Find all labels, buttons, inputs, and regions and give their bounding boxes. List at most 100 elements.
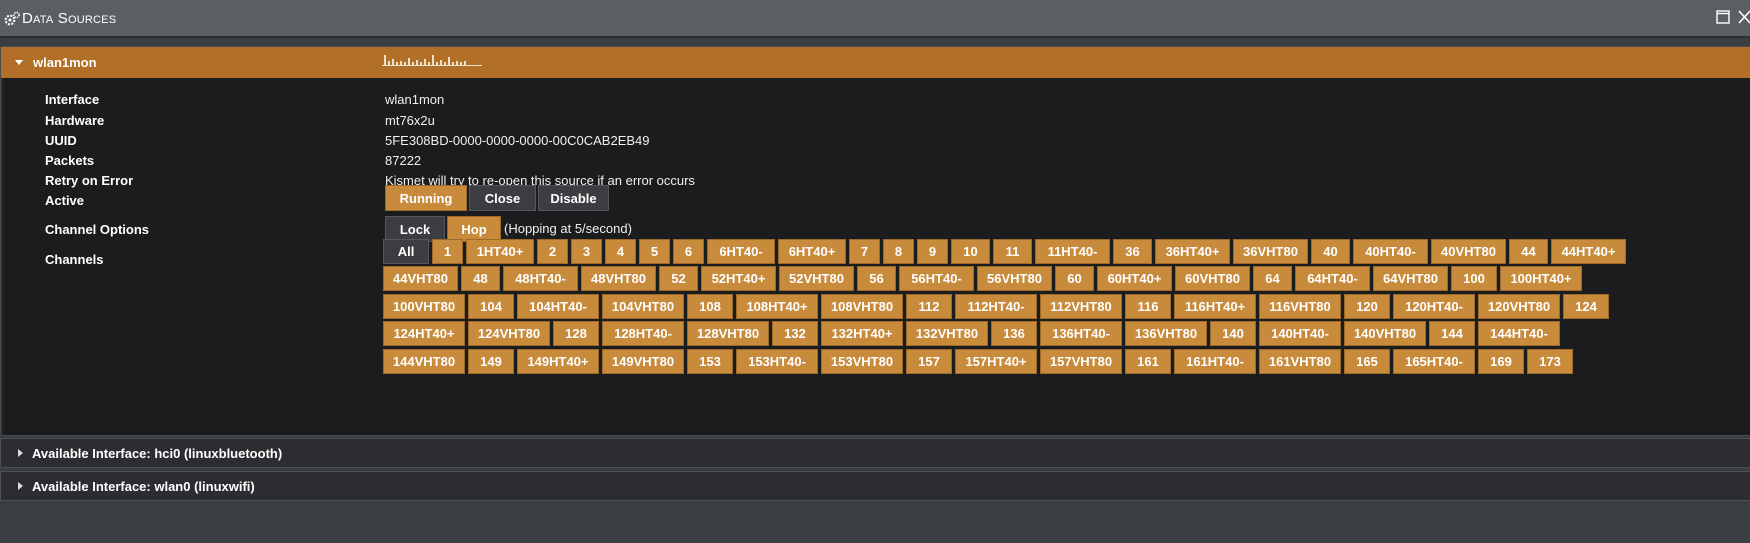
channel-button[interactable]: 11HT40-: [1035, 239, 1110, 264]
channel-button[interactable]: 60VHT80: [1175, 266, 1250, 291]
channel-button[interactable]: 40: [1311, 239, 1350, 264]
available-interface-hci0[interactable]: Available Interface: hci0 (linuxbluetoot…: [0, 438, 1750, 468]
channel-button[interactable]: 169: [1478, 349, 1524, 374]
channel-button[interactable]: 140HT40-: [1259, 321, 1341, 346]
channel-button[interactable]: 100HT40+: [1500, 266, 1582, 291]
channel-button[interactable]: 124VHT80: [468, 321, 550, 346]
channel-button[interactable]: 1HT40+: [466, 239, 534, 264]
channel-button[interactable]: 157VHT80: [1040, 349, 1122, 374]
channel-button[interactable]: 36VHT80: [1233, 239, 1308, 264]
channel-button[interactable]: 100VHT80: [383, 294, 465, 319]
channel-all-button[interactable]: All: [383, 239, 429, 264]
channel-button[interactable]: 64HT40-: [1295, 266, 1370, 291]
channel-button[interactable]: 136HT40-: [1040, 321, 1122, 346]
channel-button[interactable]: 56VHT80: [977, 266, 1052, 291]
channel-button[interactable]: 56: [857, 266, 896, 291]
channel-button[interactable]: 120VHT80: [1478, 294, 1560, 319]
channel-button[interactable]: 149VHT80: [602, 349, 684, 374]
channel-button[interactable]: 140VHT80: [1344, 321, 1426, 346]
channel-button[interactable]: 157: [906, 349, 952, 374]
channel-button[interactable]: 5: [639, 239, 670, 264]
channel-button[interactable]: 8: [883, 239, 914, 264]
channel-button[interactable]: 48: [461, 266, 500, 291]
channel-button[interactable]: 116HT40+: [1174, 294, 1256, 319]
channel-button[interactable]: 56HT40-: [899, 266, 974, 291]
channel-button[interactable]: 136VHT80: [1125, 321, 1207, 346]
channel-button[interactable]: 153HT40-: [736, 349, 818, 374]
maximize-icon[interactable]: [1716, 10, 1730, 24]
channel-button[interactable]: 112VHT80: [1040, 294, 1122, 319]
channel-button[interactable]: 108VHT80: [821, 294, 903, 319]
channel-button[interactable]: 149HT40+: [517, 349, 599, 374]
running-button[interactable]: Running: [385, 185, 467, 211]
channel-button[interactable]: 132VHT80: [906, 321, 988, 346]
channel-button[interactable]: 104: [468, 294, 514, 319]
channel-button[interactable]: 44: [1509, 239, 1548, 264]
channel-button[interactable]: 132HT40+: [821, 321, 903, 346]
channel-button[interactable]: 173: [1527, 349, 1573, 374]
channel-button[interactable]: 116VHT80: [1259, 294, 1341, 319]
channel-button[interactable]: 64VHT80: [1373, 266, 1448, 291]
channel-button[interactable]: 10: [951, 239, 990, 264]
available-interface-wlan0[interactable]: Available Interface: wlan0 (linuxwifi): [0, 471, 1750, 501]
channel-button[interactable]: 120HT40-: [1393, 294, 1475, 319]
channel-button[interactable]: 144VHT80: [383, 349, 465, 374]
channel-button[interactable]: 161HT40-: [1174, 349, 1256, 374]
channel-button[interactable]: 132: [772, 321, 818, 346]
channel-button[interactable]: 161VHT80: [1259, 349, 1341, 374]
channel-button[interactable]: 124HT40+: [383, 321, 465, 346]
channel-button[interactable]: 161: [1125, 349, 1171, 374]
channel-button[interactable]: 153VHT80: [821, 349, 903, 374]
channel-button[interactable]: 165HT40-: [1393, 349, 1475, 374]
channel-button[interactable]: 136: [991, 321, 1037, 346]
channel-button[interactable]: 64: [1253, 266, 1292, 291]
channel-button[interactable]: 48VHT80: [581, 266, 656, 291]
close-icon[interactable]: [1737, 9, 1750, 25]
channel-button[interactable]: 157HT40+: [955, 349, 1037, 374]
source-header[interactable]: wlan1mon: [1, 47, 1750, 78]
channel-button[interactable]: 120: [1344, 294, 1390, 319]
channel-button[interactable]: 112: [906, 294, 952, 319]
channel-button[interactable]: 7: [849, 239, 880, 264]
channel-button[interactable]: 2: [537, 239, 568, 264]
channel-button[interactable]: 108: [687, 294, 733, 319]
channel-button[interactable]: 6: [673, 239, 704, 264]
channel-button[interactable]: 128HT40-: [602, 321, 684, 346]
channel-button[interactable]: 36: [1113, 239, 1152, 264]
channel-button[interactable]: 128VHT80: [687, 321, 769, 346]
channel-button[interactable]: 60HT40+: [1097, 266, 1172, 291]
channel-button[interactable]: 52: [659, 266, 698, 291]
channel-button[interactable]: 44VHT80: [383, 266, 458, 291]
channel-button[interactable]: 40VHT80: [1431, 239, 1506, 264]
channel-button[interactable]: 124: [1563, 294, 1609, 319]
channel-button[interactable]: 11: [993, 239, 1032, 264]
channel-button[interactable]: 149: [468, 349, 514, 374]
channel-button[interactable]: 165: [1344, 349, 1390, 374]
channel-button[interactable]: 9: [917, 239, 948, 264]
channel-button[interactable]: 52HT40+: [701, 266, 776, 291]
channel-button[interactable]: 116: [1125, 294, 1171, 319]
channel-button[interactable]: 108HT40+: [736, 294, 818, 319]
channel-button[interactable]: 6HT40+: [778, 239, 846, 264]
channel-button[interactable]: 144HT40-: [1478, 321, 1560, 346]
channel-button[interactable]: 144: [1429, 321, 1475, 346]
channel-button[interactable]: 153: [687, 349, 733, 374]
channel-button[interactable]: 128: [553, 321, 599, 346]
channel-button[interactable]: 104HT40-: [517, 294, 599, 319]
channel-button[interactable]: 4: [605, 239, 636, 264]
channel-button[interactable]: 112HT40-: [955, 294, 1037, 319]
channel-button[interactable]: 52VHT80: [779, 266, 854, 291]
channel-button[interactable]: 100: [1451, 266, 1497, 291]
channel-button[interactable]: 1: [432, 239, 463, 264]
channel-button[interactable]: 48HT40-: [503, 266, 578, 291]
channel-button[interactable]: 36HT40+: [1155, 239, 1230, 264]
channel-button[interactable]: 44HT40+: [1551, 239, 1626, 264]
channel-button[interactable]: 104VHT80: [602, 294, 684, 319]
channel-button[interactable]: 40HT40-: [1353, 239, 1428, 264]
disable-button[interactable]: Disable: [538, 185, 609, 211]
channel-button[interactable]: 3: [571, 239, 602, 264]
close-source-button[interactable]: Close: [469, 185, 536, 211]
channel-button[interactable]: 60: [1055, 266, 1094, 291]
channel-button[interactable]: 140: [1210, 321, 1256, 346]
channel-button[interactable]: 6HT40-: [707, 239, 775, 264]
